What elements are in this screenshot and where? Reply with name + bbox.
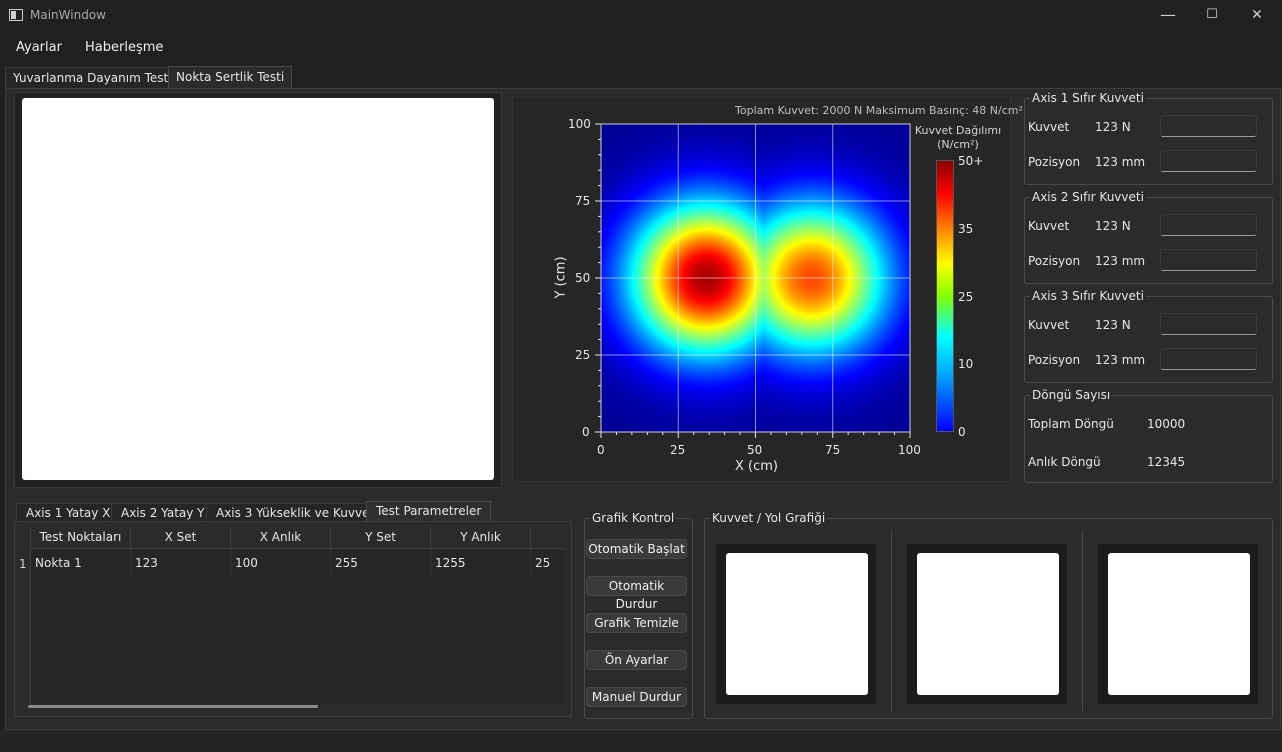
axis2-group-title: Axis 2 Sıfır Kuvveti bbox=[1030, 190, 1146, 204]
row-index: 1 bbox=[19, 557, 27, 571]
colorbar-title-line2: (N/cm²) bbox=[937, 138, 979, 151]
column-header-x-set[interactable]: X Set bbox=[131, 526, 231, 549]
y-tick-100: 100 bbox=[568, 117, 591, 131]
column-header-test-noktalari[interactable]: Test Noktaları bbox=[31, 526, 131, 549]
axis2-position-label: Pozisyon bbox=[1028, 254, 1081, 268]
column-header-x-anlik[interactable]: X Anlık bbox=[231, 526, 331, 549]
current-cycle-value: 12345 bbox=[1147, 455, 1186, 469]
colorbar-title: Kuvvet Dağılımı (N/cm²) bbox=[912, 124, 1004, 152]
minimize-button[interactable]: — bbox=[1145, 0, 1191, 32]
current-cycle-label: Anlık Döngü bbox=[1028, 455, 1101, 469]
x-tick-0: 0 bbox=[597, 443, 605, 457]
axis2-position-input[interactable] bbox=[1160, 249, 1257, 271]
axis2-position-value: 123 mm bbox=[1095, 254, 1146, 268]
table-cell[interactable]: 25 bbox=[531, 550, 564, 576]
colorbar-tick-10: 10 bbox=[958, 357, 974, 371]
axis1-force-label: Kuvvet bbox=[1028, 120, 1070, 134]
clear-graph-button[interactable]: Grafik Temizle bbox=[586, 613, 687, 633]
axis1-position-value: 123 mm bbox=[1095, 155, 1146, 169]
axis1-group-title: Axis 1 Sıfır Kuvveti bbox=[1030, 91, 1146, 105]
force-path-graph-title: Kuvvet / Yol Grafiği bbox=[710, 511, 828, 525]
colorbar bbox=[936, 160, 954, 432]
force-path-plot-2-canvas bbox=[917, 553, 1059, 695]
axis3-force-input[interactable] bbox=[1160, 313, 1257, 335]
axis1-position-input[interactable] bbox=[1160, 150, 1257, 172]
colorbar-title-line1: Kuvvet Dağılımı bbox=[914, 124, 1002, 137]
force-path-plot-1-canvas bbox=[726, 553, 868, 695]
colorbar-tick-0: 0 bbox=[958, 425, 966, 439]
column-header-y-anlik[interactable]: Y Anlık bbox=[431, 526, 531, 549]
close-button[interactable]: ✕ bbox=[1234, 0, 1280, 32]
y-axis-label: Y (cm) bbox=[553, 256, 569, 299]
tab-axis1-yatay-x[interactable]: Axis 1 Yatay X bbox=[16, 503, 121, 523]
y-tick-0: 0 bbox=[582, 425, 590, 439]
plot-separator bbox=[891, 531, 892, 711]
menu-bar bbox=[0, 32, 1282, 62]
table-cell[interactable]: Nokta 1 bbox=[31, 550, 131, 576]
cycle-group-title: Döngü Sayısı bbox=[1030, 388, 1113, 402]
colorbar-tick-25: 25 bbox=[958, 290, 974, 304]
graph-control-title: Grafik Kontrol bbox=[590, 511, 677, 525]
heatmap-ticks bbox=[595, 123, 911, 438]
tab-axis2-yatay-y[interactable]: Axis 2 Yatay Y bbox=[111, 503, 215, 523]
total-cycle-value: 10000 bbox=[1147, 417, 1186, 431]
table-row-header bbox=[16, 526, 31, 704]
heatmap-axes bbox=[595, 123, 911, 438]
axis3-force-label: Kuvvet bbox=[1028, 318, 1070, 332]
x-tick-100: 100 bbox=[898, 443, 921, 457]
axis3-position-input[interactable] bbox=[1160, 348, 1257, 370]
menu-ayarlar[interactable]: Ayarlar bbox=[16, 40, 62, 55]
axis3-position-label: Pozisyon bbox=[1028, 353, 1081, 367]
y-tick-75: 75 bbox=[575, 194, 591, 208]
tab-axis3-yukseklik-kuvvet[interactable]: Axis 3 Yükseklik ve Kuvvet bbox=[206, 503, 385, 523]
auto-stop-button[interactable]: Otomatik Durdur bbox=[586, 576, 687, 611]
axis3-force-value: 123 N bbox=[1095, 318, 1131, 332]
manual-stop-button[interactable]: Manuel Durdur bbox=[586, 687, 687, 707]
axis3-position-value: 123 mm bbox=[1095, 353, 1146, 367]
maximize-button[interactable]: ☐ bbox=[1189, 0, 1235, 32]
y-tick-50: 50 bbox=[575, 271, 591, 285]
cycle-count-group bbox=[1024, 395, 1273, 483]
presets-button[interactable]: Ön Ayarlar bbox=[586, 650, 687, 670]
axis2-force-input[interactable] bbox=[1160, 214, 1257, 236]
heatmap-grid bbox=[600, 123, 911, 433]
table-cell[interactable]: 123 bbox=[131, 550, 231, 576]
axis2-force-value: 123 N bbox=[1095, 219, 1131, 233]
axis3-group-title: Axis 3 Sıfır Kuvveti bbox=[1030, 289, 1146, 303]
y-tick-25: 25 bbox=[575, 348, 591, 362]
x-axis-label: X (cm) bbox=[735, 459, 778, 474]
colorbar-tick-50: 50+ bbox=[958, 154, 984, 168]
axis1-force-value: 123 N bbox=[1095, 120, 1131, 134]
x-tick-75: 75 bbox=[825, 443, 841, 457]
status-bar bbox=[0, 730, 1282, 752]
auto-start-button[interactable]: Otomatik Başlat bbox=[586, 539, 687, 559]
force-path-plot-3-canvas bbox=[1108, 553, 1250, 695]
tab-test-parametreler[interactable]: Test Parametreler bbox=[366, 501, 492, 523]
menu-haberlesme[interactable]: Haberleşme bbox=[85, 40, 163, 55]
column-header-y-set[interactable]: Y Set bbox=[331, 526, 431, 549]
colorbar-tick-35: 35 bbox=[958, 222, 974, 236]
axis2-force-label: Kuvvet bbox=[1028, 219, 1070, 233]
window-title: MainWindow bbox=[30, 8, 106, 22]
table-cell[interactable]: 255 bbox=[331, 550, 431, 576]
total-cycle-label: Toplam Döngü bbox=[1028, 417, 1114, 431]
axis1-position-label: Pozisyon bbox=[1028, 155, 1081, 169]
plot-separator bbox=[1082, 531, 1083, 711]
tab-yuvarlanma-dayanim[interactable]: Yuvarlanma Dayanım Testi bbox=[5, 67, 180, 88]
table-cell[interactable]: 1255 bbox=[431, 550, 531, 576]
camera-preview bbox=[22, 98, 494, 480]
x-tick-25: 25 bbox=[670, 443, 686, 457]
column-header-extra[interactable] bbox=[531, 526, 564, 549]
table-cell[interactable]: 100 bbox=[231, 550, 331, 576]
tab-nokta-sertlik[interactable]: Nokta Sertlik Testi bbox=[168, 66, 293, 88]
title-bar bbox=[0, 0, 1282, 32]
axis1-force-input[interactable] bbox=[1160, 115, 1257, 137]
x-tick-50: 50 bbox=[747, 443, 763, 457]
app-window-icon bbox=[9, 9, 23, 21]
table-horizontal-scrollbar[interactable] bbox=[28, 705, 318, 708]
